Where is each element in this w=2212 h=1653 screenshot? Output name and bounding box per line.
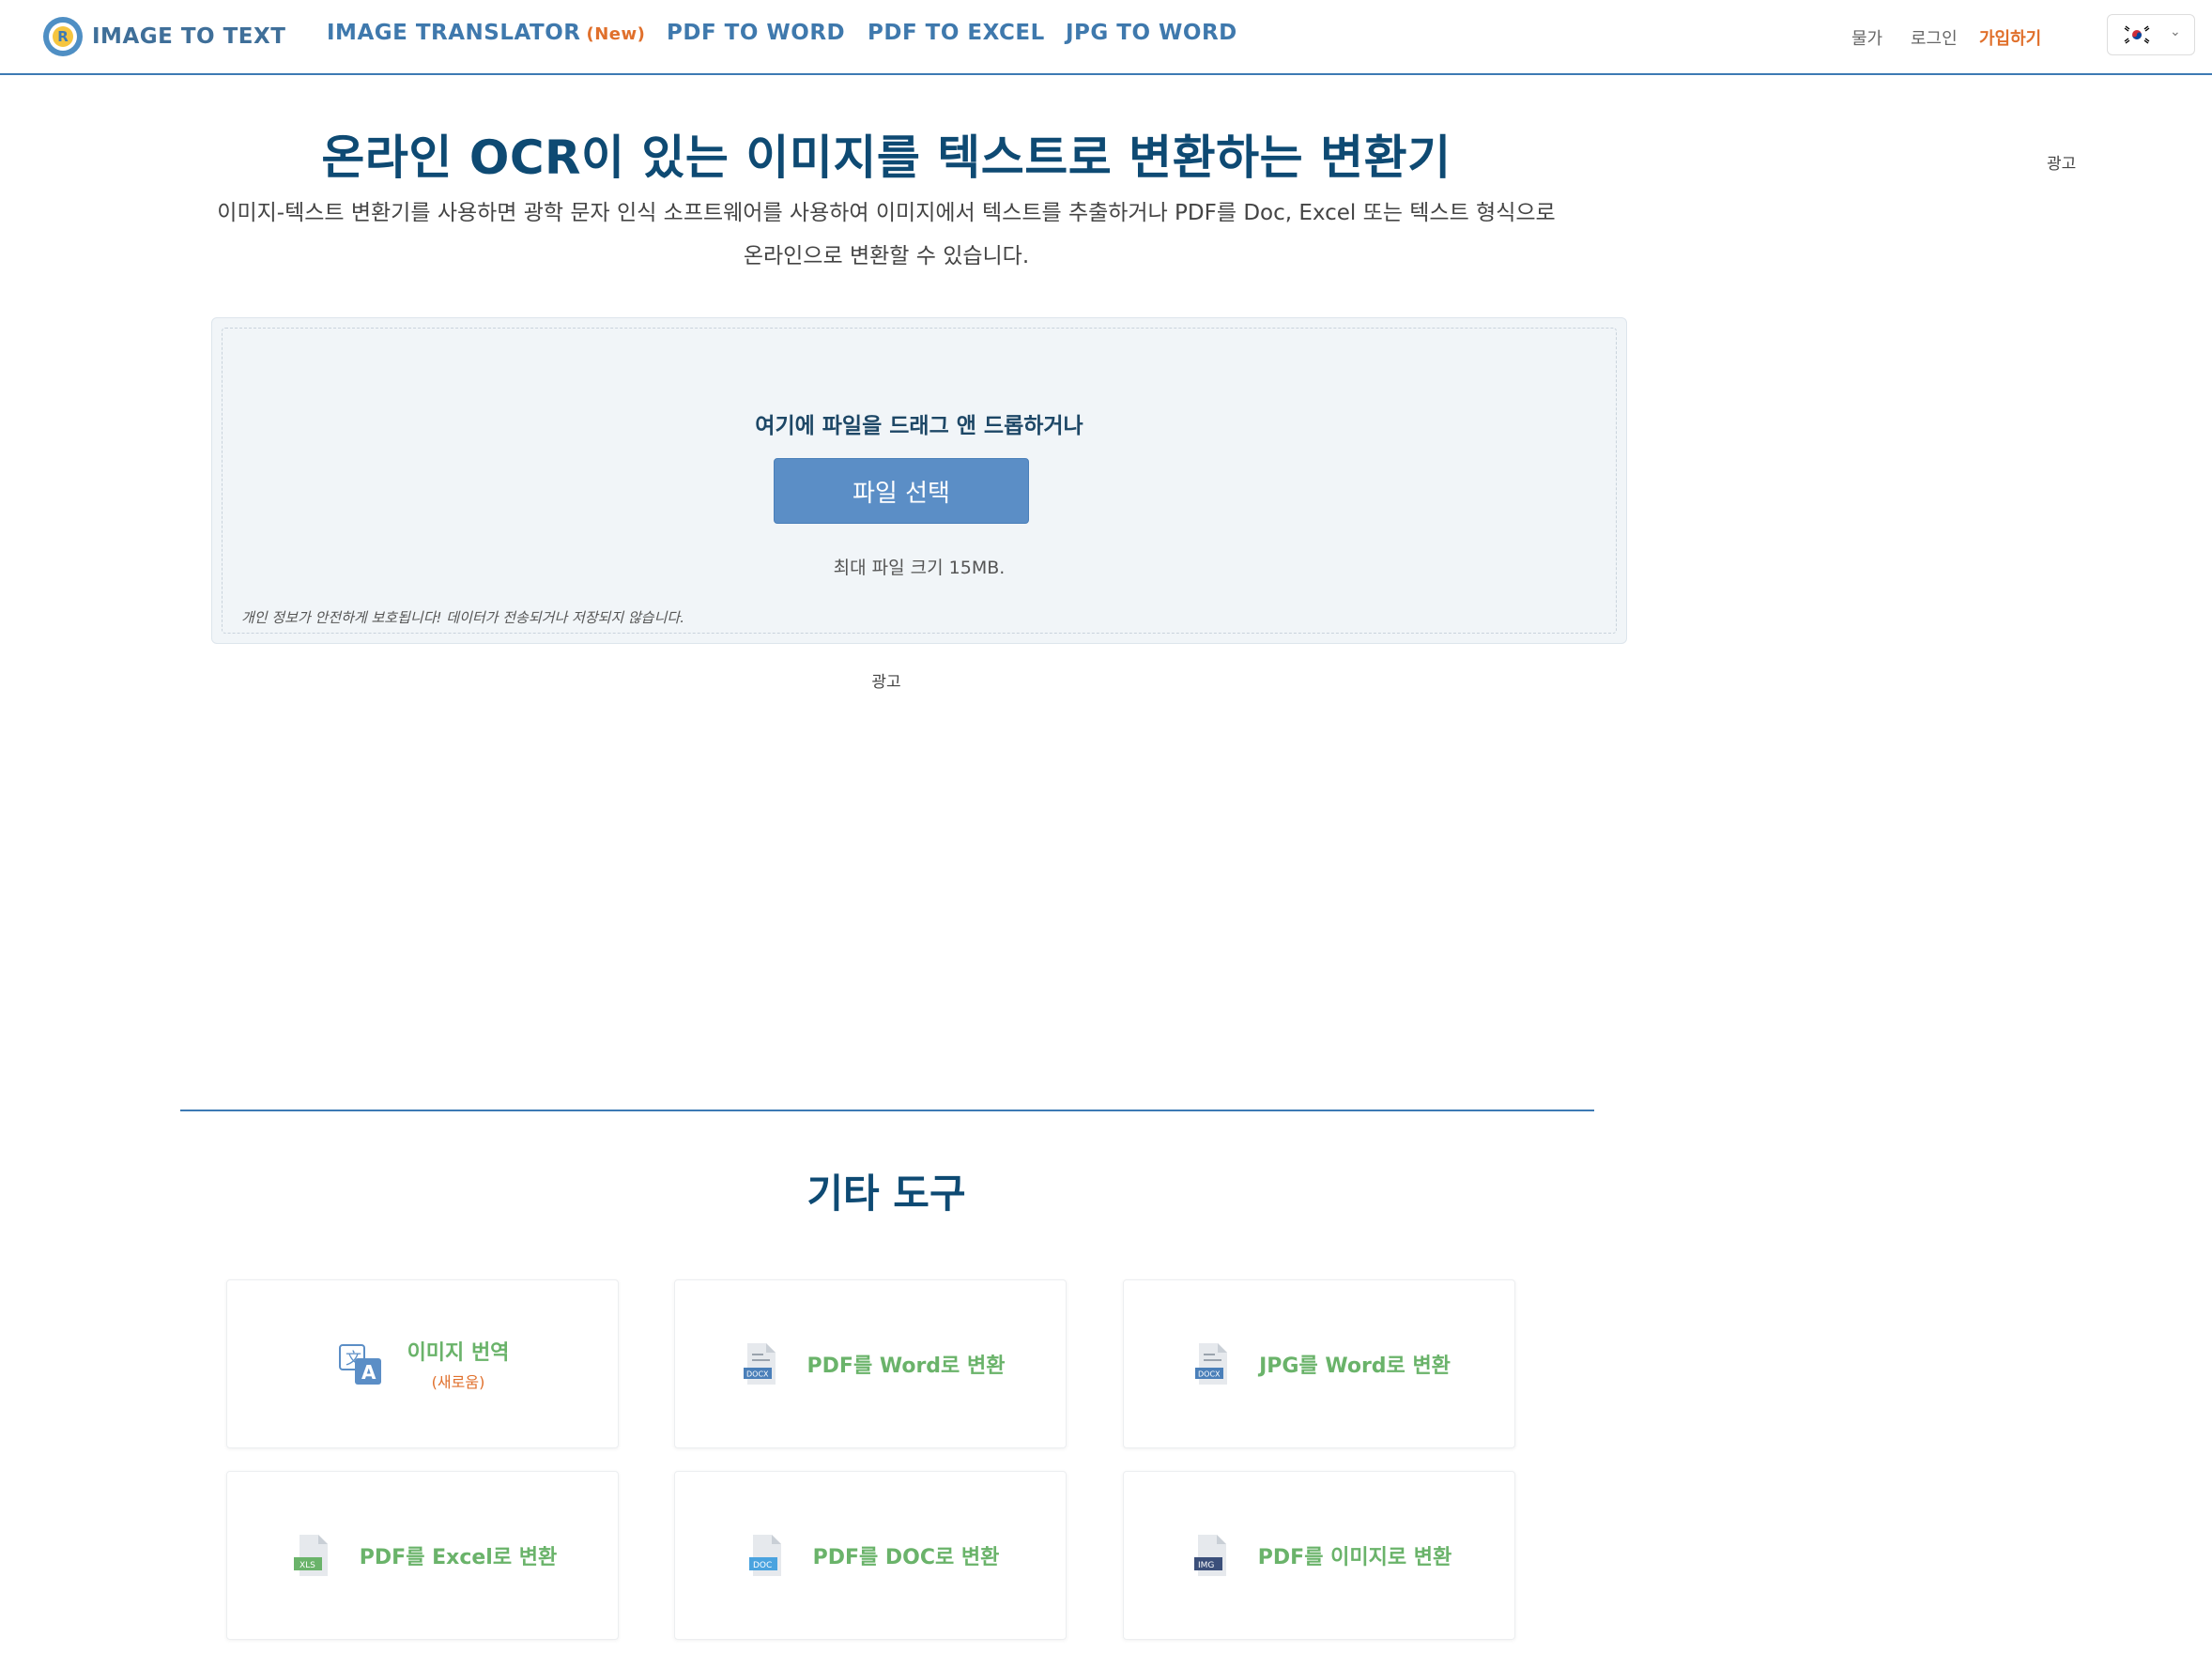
- nav-jpg-to-word[interactable]: JPG TO WORD: [1066, 21, 1237, 45]
- img-file-icon: IMG: [1193, 1535, 1226, 1576]
- korea-flag-icon: [2123, 23, 2151, 46]
- language-selector[interactable]: ⌄: [2107, 14, 2195, 55]
- tool-card-pdf-to-image[interactable]: IMG PDF를 이미지로 변환: [1123, 1471, 1515, 1640]
- tool-card-pdf-to-excel[interactable]: XLS PDF를 Excel로 변환: [226, 1471, 619, 1640]
- section-divider: [180, 1110, 1594, 1111]
- description-line: 이미지-텍스트 변환기를 사용하면 광학 문자 인식 소프트웨어를 사용하여 이…: [217, 201, 1556, 225]
- tool-label: PDF를 Word로 변환: [806, 1355, 1006, 1378]
- tool-label: PDF를 이미지로 변환: [1257, 1546, 1452, 1569]
- xls-file-icon: XLS: [293, 1535, 328, 1576]
- doc-file-icon: DOC: [748, 1535, 781, 1576]
- choose-file-button[interactable]: 파일 선택: [774, 458, 1029, 524]
- svg-text:DOC: DOC: [753, 1561, 772, 1570]
- nav-pdf-to-word[interactable]: PDF TO WORD: [667, 21, 845, 45]
- nav-label: PDF TO WORD: [667, 21, 846, 45]
- tool-card-pdf-to-doc[interactable]: DOC PDF를 DOC로 변환: [674, 1471, 1067, 1640]
- docx-file-icon: DOCX: [743, 1343, 776, 1385]
- tool-card-jpg-to-word[interactable]: DOCX JPG를 Word로 변환: [1123, 1279, 1515, 1448]
- nav-label: PDF TO EXCEL: [868, 21, 1045, 45]
- svg-text:DOCX: DOCX: [746, 1370, 769, 1379]
- ad-label-center: 광고: [871, 673, 901, 692]
- drop-label: 여기에 파일을 드래그 앤 드롭하거나: [755, 414, 1083, 438]
- description-line: 온라인으로 변환할 수 있습니다.: [743, 244, 1030, 268]
- docx-file-icon: DOCX: [1195, 1343, 1228, 1385]
- other-tools-title: 기타 도구: [806, 1171, 966, 1217]
- svg-text:XLS: XLS: [300, 1561, 315, 1570]
- translate-icon: 文 A: [338, 1344, 381, 1385]
- pricing-link[interactable]: 물가: [1851, 25, 1882, 50]
- tool-label: JPG를 Word로 변환: [1259, 1355, 1451, 1378]
- signup-link[interactable]: 가입하기: [1979, 25, 2041, 50]
- nav-label: JPG TO WORD: [1066, 21, 1237, 45]
- page-description: 이미지-텍스트 변환기를 사용하면 광학 문자 인식 소프트웨어를 사용하여 이…: [214, 191, 1559, 278]
- upload-panel: 여기에 파일을 드래그 앤 드롭하거나 파일 선택 최대 파일 크기 15MB.…: [211, 317, 1627, 644]
- nav-image-translator[interactable]: IMAGE TRANSLATOR (New): [327, 21, 645, 45]
- tool-card-pdf-to-word[interactable]: DOCX PDF를 Word로 변환: [674, 1279, 1067, 1448]
- tool-label: 이미지 번역: [407, 1341, 510, 1365]
- tool-label: PDF를 DOC로 변환: [812, 1546, 1000, 1569]
- tool-card-image-translate[interactable]: 文 A 이미지 번역 (새로움): [226, 1279, 619, 1448]
- nav-label: IMAGE TRANSLATOR: [327, 21, 581, 45]
- nav-pdf-to-excel[interactable]: PDF TO EXCEL: [868, 21, 1045, 45]
- page-title: 온라인 OCR이 있는 이미지를 텍스트로 변환하는 변환기: [321, 130, 1452, 185]
- tool-label: PDF를 Excel로 변환: [359, 1546, 558, 1569]
- new-badge: (새로움): [431, 1373, 485, 1391]
- svg-text:IMG: IMG: [1198, 1561, 1214, 1570]
- drop-zone[interactable]: 여기에 파일을 드래그 앤 드롭하거나 파일 선택 최대 파일 크기 15MB.…: [222, 328, 1617, 634]
- svg-text:A: A: [361, 1361, 376, 1384]
- svg-text:DOCX: DOCX: [1198, 1370, 1221, 1379]
- site-logo[interactable]: R IMAGE TO TEXT: [43, 17, 285, 56]
- privacy-note: 개인 정보가 안전하게 보호됩니다! 데이터가 전송되거나 저장되지 않습니다.: [241, 609, 684, 626]
- ad-label-right: 광고: [2047, 155, 2077, 174]
- chevron-down-icon: ⌄: [2170, 24, 2181, 39]
- top-navbar: R IMAGE TO TEXT IMAGE TRANSLATOR (New) PD…: [0, 0, 2212, 75]
- logo-icon: R: [43, 17, 83, 56]
- max-file-size: 최대 파일 크기 15MB.: [833, 558, 1006, 578]
- new-badge: (New): [586, 24, 646, 44]
- login-link[interactable]: 로그인: [1911, 25, 1958, 50]
- logo-text: IMAGE TO TEXT: [92, 24, 286, 49]
